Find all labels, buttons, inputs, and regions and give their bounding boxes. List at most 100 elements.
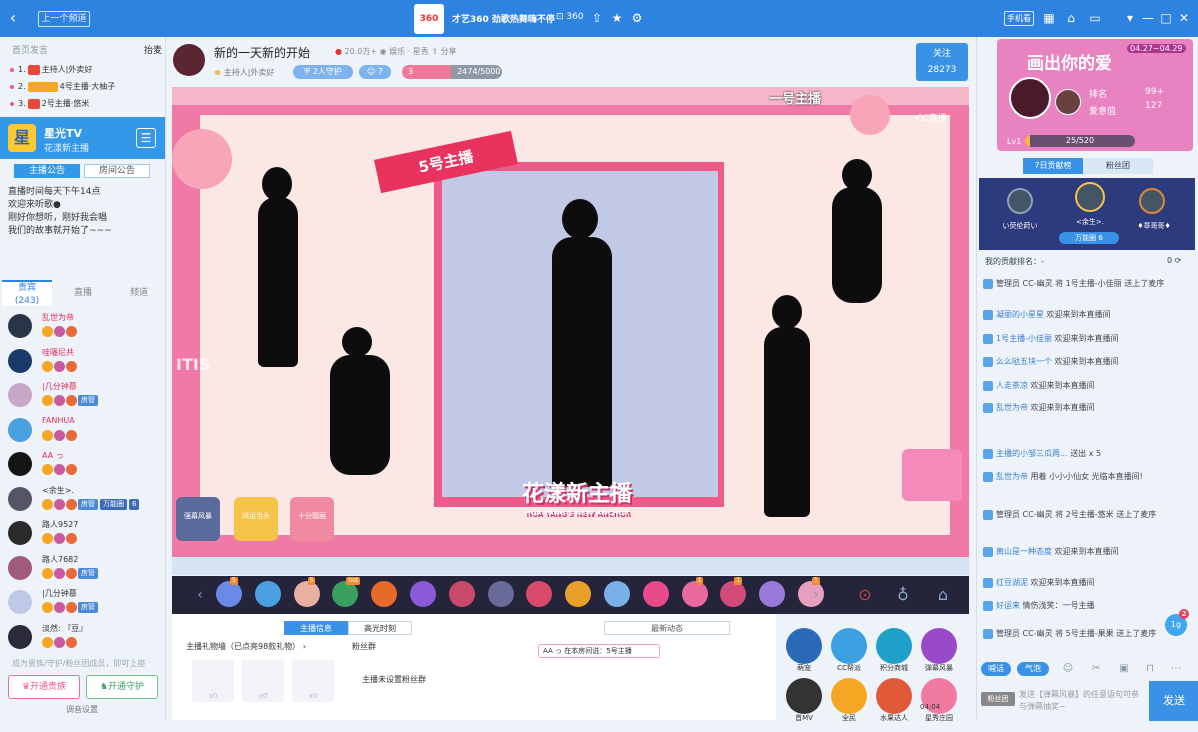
lucky-box[interactable]: 鸿运当头: [234, 497, 278, 541]
tab-highlights[interactable]: 高光时刻: [348, 621, 412, 635]
activity-button[interactable]: 萌宠: [786, 628, 822, 672]
lock-icon[interactable]: ⊓: [1143, 662, 1157, 676]
viewer-avatar[interactable]: [8, 624, 32, 649]
viewer-avatar[interactable]: [8, 417, 32, 442]
tab-host-info[interactable]: 主播信息: [284, 621, 348, 635]
message-user[interactable]: 乱世为帝: [996, 403, 1028, 412]
rank-item[interactable]: 1. 主持人|外卖好: [10, 63, 160, 76]
recharge-icon[interactable]: ⊙: [852, 582, 878, 608]
viewer-row[interactable]: 淡然: 『豆』: [8, 623, 158, 659]
tab-vip[interactable]: 贵宾 (243): [2, 280, 52, 306]
video-player[interactable]: 5号主播 一号主播 CC直播 ITIS 花漾新主播 HUA YANG'S NEW …: [172, 87, 969, 575]
message-user[interactable]: 离山是一种态度: [996, 547, 1052, 556]
viewer-avatar[interactable]: [8, 486, 32, 511]
mobile-view-button[interactable]: 手机看: [1004, 11, 1034, 26]
beauty-box[interactable]: 十分靓丽: [290, 497, 334, 541]
activity-button[interactable]: 全民: [831, 678, 867, 722]
gift-item[interactable]: [410, 581, 436, 607]
contributor-avatar[interactable]: [1139, 188, 1165, 214]
back-icon[interactable]: ‹: [6, 10, 20, 26]
dropdown-icon[interactable]: ▾: [1122, 10, 1138, 26]
maximize-button[interactable]: □: [1158, 10, 1174, 26]
emoji-icon[interactable]: ☺: [1061, 662, 1075, 676]
viewer-row[interactable]: 路人7682 房管: [8, 554, 158, 590]
star-icon[interactable]: ★: [610, 11, 624, 25]
floating-badge[interactable]: 1g 2: [1165, 609, 1189, 636]
rank-item[interactable]: 3. 2号主播·悠米: [10, 97, 160, 110]
message-user[interactable]: 凝丽的小星星: [996, 310, 1044, 319]
tab-room-notice[interactable]: 房间公告: [84, 164, 150, 178]
activity-button[interactable]: 首MV: [786, 678, 822, 722]
minimize-button[interactable]: —: [1140, 10, 1156, 26]
open-guard-button[interactable]: ♞开通守护: [86, 675, 158, 699]
gift-item[interactable]: [448, 581, 475, 607]
host-avatar[interactable]: [173, 44, 205, 76]
viewer-avatar[interactable]: [8, 555, 32, 580]
image-icon[interactable]: ▣: [1117, 662, 1131, 676]
rank-switch[interactable]: 抬麦: [144, 43, 162, 56]
bag-icon[interactable]: ♁: [890, 582, 916, 608]
gift-item[interactable]: 1: [720, 577, 747, 607]
event-banner[interactable]: 画出你的爱 04.27~04.29 排名 爱意值 99+ 127 Lv1 25/52…: [997, 39, 1193, 151]
gift-wall-title[interactable]: 主播礼物墙（已点亮98款礼物） ›: [186, 641, 306, 652]
audio-settings-link[interactable]: 调音设置: [66, 704, 98, 715]
share-link[interactable]: 分享: [441, 47, 457, 56]
gift-item[interactable]: 5: [216, 577, 242, 607]
message-user[interactable]: 人走茶凉: [996, 381, 1028, 390]
gift-item[interactable]: [604, 581, 630, 607]
chat-icon[interactable]: ▭: [1088, 11, 1102, 25]
viewer-avatar[interactable]: [8, 521, 32, 545]
store-icon[interactable]: ⌂: [930, 582, 956, 608]
gift-wall-slot[interactable]: x0: [192, 660, 234, 702]
viewer-row[interactable]: 乱世为帝: [8, 312, 158, 348]
activity-button[interactable]: 积分商城: [876, 628, 912, 672]
home-icon[interactable]: ⌂: [1064, 11, 1078, 25]
gift-prev-arrow[interactable]: ‹: [192, 586, 208, 604]
viewer-row[interactable]: 路人9527: [8, 519, 158, 555]
open-noble-button[interactable]: ♛开通贵族: [8, 675, 80, 699]
viewer-row[interactable]: AA っ: [8, 450, 158, 486]
tab-shout[interactable]: 喊话: [981, 662, 1011, 676]
tab-channel[interactable]: 频道: [114, 280, 164, 306]
viewer-avatar[interactable]: [8, 348, 32, 373]
gift-item[interactable]: [487, 581, 514, 607]
gift-item[interactable]: [565, 581, 592, 607]
viewer-avatar[interactable]: [8, 590, 32, 614]
gear-icon[interactable]: ⚙: [630, 11, 644, 25]
scissors-icon[interactable]: ✂: [1089, 662, 1103, 676]
viewer-row[interactable]: <余生>. 房管 万能圈 6: [8, 485, 158, 521]
fan-club-label[interactable]: 粉丝团: [981, 692, 1015, 706]
tab-bubble[interactable]: 气泡: [1017, 662, 1049, 676]
viewer-avatar[interactable]: [8, 314, 32, 338]
prev-channel-button[interactable]: 上一个频道: [38, 11, 90, 27]
guard-count-badge[interactable]: ⛨ 2人守护: [293, 65, 353, 79]
grid-icon[interactable]: ▦: [1042, 11, 1056, 25]
viewer-row[interactable]: |几分钟慕 房管: [8, 381, 158, 417]
tab-live[interactable]: 直播: [58, 280, 108, 306]
gift-wall-slot[interactable]: x0: [292, 660, 334, 702]
fan-count-badge[interactable]: ☺ 7: [359, 65, 391, 79]
close-button[interactable]: ✕: [1176, 10, 1192, 26]
tab-host-notice[interactable]: 主播公告: [14, 164, 80, 178]
tab-7day-rank[interactable]: 7日贡献榜: [1023, 158, 1083, 174]
channel-card[interactable]: 星 星光TV 花漾新主播 ☰: [0, 117, 165, 159]
gift-item[interactable]: [759, 581, 786, 607]
viewer-avatar[interactable]: [8, 452, 32, 476]
host-name[interactable]: ♚ 主持人|外卖好: [214, 67, 274, 78]
danmu-storm-box[interactable]: 强幕风暴: [176, 497, 220, 541]
contributor-avatar[interactable]: [1007, 188, 1033, 214]
message-user[interactable]: 红豆湖泥: [996, 578, 1028, 587]
activity-button[interactable]: 水果达人: [876, 678, 912, 722]
more-icon[interactable]: ⋯: [1169, 662, 1183, 676]
message-user[interactable]: 么么哒五块一个: [996, 357, 1052, 366]
viewer-avatar[interactable]: [8, 383, 32, 407]
menu-icon[interactable]: ☰: [136, 128, 156, 148]
gift-next-arrow[interactable]: ›: [808, 586, 824, 604]
message-user[interactable]: 好运来: [996, 601, 1020, 610]
tab-fan-club[interactable]: 粉丝团: [1083, 158, 1153, 174]
message-user[interactable]: 乱世为帝: [996, 472, 1028, 481]
viewer-row[interactable]: |几分钟慕 房管: [8, 588, 158, 624]
viewer-row[interactable]: FANHUA: [8, 416, 158, 452]
viewer-row[interactable]: 哇噻尼共: [8, 347, 158, 383]
gift-item[interactable]: 1: [681, 577, 708, 607]
